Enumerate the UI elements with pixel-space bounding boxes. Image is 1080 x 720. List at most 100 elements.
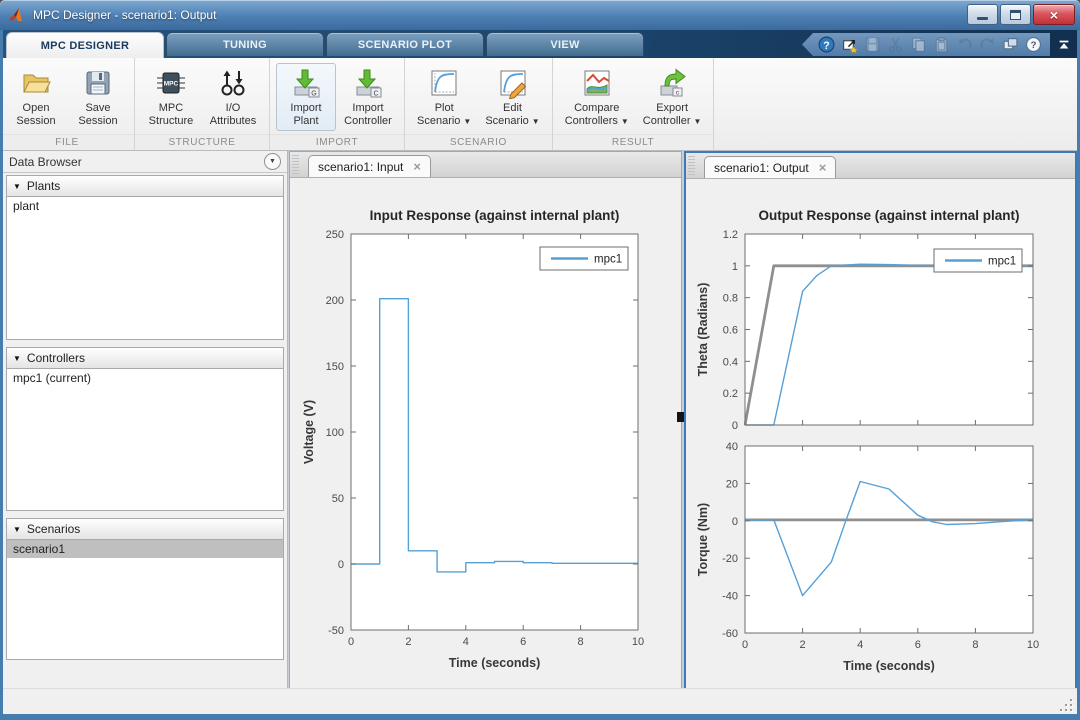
button-label: Edit Scenario ▼ bbox=[485, 102, 540, 127]
collapse-ribbon-button[interactable] bbox=[1054, 35, 1074, 55]
data-browser-menu-button[interactable]: ▼ bbox=[264, 153, 281, 170]
svg-text:4: 4 bbox=[857, 639, 863, 651]
compare-controllers-button[interactable]: Compare Controllers ▼ bbox=[559, 63, 635, 131]
tab-scenario1-output[interactable]: scenario1: Output × bbox=[704, 156, 837, 178]
input-tab-bar: scenario1: Input × bbox=[290, 152, 681, 178]
minimize-icon bbox=[977, 16, 988, 20]
io-attributes-icon bbox=[217, 67, 249, 99]
main-area: Data Browser ▼ ▼ Plants plant ▼ Controllers m… bbox=[3, 151, 1077, 693]
tab-scenario1-input[interactable]: scenario1: Input × bbox=[308, 155, 431, 177]
mpc-structure-icon: MPC bbox=[155, 67, 187, 99]
svg-text:MPC: MPC bbox=[164, 81, 179, 88]
ribbon-group-structure: MPC MPC Structure I/O Attributes STRUCTURE bbox=[135, 58, 270, 150]
svg-text:?: ? bbox=[823, 40, 829, 52]
section-label: Scenarios bbox=[26, 522, 81, 536]
help-badge-icon[interactable]: ? bbox=[818, 36, 835, 53]
i-o-attributes-button[interactable]: I/O Attributes bbox=[203, 63, 263, 131]
ribbon-tab-mpc-designer[interactable]: MPC DESIGNER bbox=[6, 32, 164, 58]
list-item-mpc1-current[interactable]: mpc1 (current) bbox=[7, 369, 283, 387]
ribbon-group-buttons: G Import Plant C Import Controller bbox=[270, 58, 404, 134]
plot-scenario-button[interactable]: Plot Scenario ▼ bbox=[411, 63, 477, 131]
resize-grip-icon[interactable] bbox=[1060, 699, 1072, 711]
list-item-plant[interactable]: plant bbox=[7, 197, 283, 215]
ribbon-tab-view[interactable]: VIEW bbox=[486, 32, 644, 56]
input-document-panel: scenario1: Input × 0 2 4 6 8 10 -50 0 50 100 150 20… bbox=[289, 151, 682, 693]
ribbon-group-result: Compare Controllers ▼ c Export Controller ▼ RES… bbox=[552, 58, 715, 150]
ribbon-group-label: STRUCTURE bbox=[135, 134, 269, 150]
svg-text:100: 100 bbox=[326, 427, 344, 439]
chevron-down-icon: ▼ bbox=[531, 117, 540, 126]
ribbon-group-scenario: Plot Scenario ▼ Edit Scenario ▼ SCENARIO bbox=[405, 58, 553, 150]
undo-icon bbox=[956, 36, 973, 53]
svg-text:0.2: 0.2 bbox=[723, 388, 738, 400]
collapse-ribbon-icon bbox=[1059, 40, 1069, 49]
ribbon-tab-tuning[interactable]: TUNING bbox=[166, 32, 324, 56]
import-plant-button[interactable]: G Import Plant bbox=[276, 63, 336, 131]
ribbon-tab-scenario-plot[interactable]: SCENARIO PLOT bbox=[326, 32, 484, 56]
edit-scenario-button[interactable]: Edit Scenario ▼ bbox=[479, 63, 545, 131]
svg-text:6: 6 bbox=[915, 639, 921, 651]
collapse-triangle-icon: ▼ bbox=[13, 524, 21, 534]
window-border bbox=[0, 714, 1080, 720]
section-label: Plants bbox=[26, 179, 61, 193]
export-controller-button[interactable]: c Export Controller ▼ bbox=[637, 63, 708, 131]
svg-text:Voltage (V): Voltage (V) bbox=[302, 400, 316, 464]
button-label: MPC Structure bbox=[148, 102, 194, 127]
drag-grip-icon[interactable] bbox=[292, 155, 299, 174]
svg-text:0: 0 bbox=[348, 636, 354, 648]
close-button[interactable]: × bbox=[1033, 4, 1075, 25]
list-item-scenario1[interactable]: scenario1 bbox=[7, 540, 283, 558]
import-controller-button[interactable]: C Import Controller bbox=[338, 63, 398, 131]
ribbon-group-buttons: Open Session Save Session bbox=[0, 58, 134, 134]
svg-text:0.8: 0.8 bbox=[723, 293, 738, 305]
section-header-controllers[interactable]: ▼ Controllers bbox=[6, 347, 284, 369]
panel-splitter-handle[interactable] bbox=[677, 412, 684, 422]
svg-text:G: G bbox=[311, 91, 316, 98]
output-tab-close-icon[interactable]: × bbox=[819, 161, 827, 174]
svg-text:mpc1: mpc1 bbox=[988, 256, 1016, 268]
svg-text:8: 8 bbox=[578, 636, 584, 648]
button-label: Plot Scenario ▼ bbox=[417, 102, 472, 127]
data-browser-header: Data Browser ▼ bbox=[3, 151, 287, 173]
mpc-structure-button[interactable]: MPC MPC Structure bbox=[141, 63, 201, 131]
windows-icon[interactable] bbox=[1002, 36, 1019, 53]
paste-icon bbox=[933, 36, 950, 53]
input-tab-close-icon[interactable]: × bbox=[413, 160, 421, 173]
svg-text:0: 0 bbox=[742, 639, 748, 651]
open-session-button[interactable]: Open Session bbox=[6, 63, 66, 131]
svg-text:40: 40 bbox=[726, 441, 738, 453]
ribbon-group-label: SCENARIO bbox=[405, 134, 552, 150]
import-plant-icon: G bbox=[290, 67, 322, 99]
input-tab-label: scenario1: Input bbox=[318, 159, 404, 174]
section-header-plants[interactable]: ▼ Plants bbox=[6, 175, 284, 197]
svg-text:Time (seconds): Time (seconds) bbox=[843, 659, 934, 673]
collapse-triangle-icon: ▼ bbox=[13, 353, 21, 363]
ribbon-group-buttons: MPC MPC Structure I/O Attributes bbox=[135, 58, 269, 134]
open-figure-icon[interactable] bbox=[841, 36, 858, 53]
app-window: MPC Designer - scenario1: Output × MPC D… bbox=[0, 0, 1080, 720]
svg-text:10: 10 bbox=[632, 636, 644, 648]
svg-text:Torque (Nm): Torque (Nm) bbox=[696, 503, 710, 576]
svg-text:0: 0 bbox=[732, 420, 738, 432]
section-scenarios: ▼ Scenarios scenario1 bbox=[6, 518, 284, 660]
ribbon-group-import: G Import Plant C Import Controller IMPORT bbox=[270, 58, 405, 150]
section-header-scenarios[interactable]: ▼ Scenarios bbox=[6, 518, 284, 540]
ribbon-group-label: IMPORT bbox=[270, 134, 404, 150]
close-icon: × bbox=[1049, 6, 1059, 23]
output-tab-label: scenario1: Output bbox=[714, 160, 809, 175]
matlab-logo-icon bbox=[9, 8, 22, 21]
restore-icon bbox=[1010, 9, 1021, 20]
window-title: MPC Designer - scenario1: Output bbox=[33, 8, 217, 22]
help-icon[interactable]: ? bbox=[1025, 36, 1042, 53]
section-list-controllers: mpc1 (current) bbox=[6, 369, 284, 511]
svg-text:10: 10 bbox=[1027, 639, 1039, 651]
svg-text:250: 250 bbox=[326, 229, 344, 241]
restore-button[interactable] bbox=[1000, 4, 1031, 25]
ribbon-toolbar: Open Session Save Session FILE MPC MPC Structur… bbox=[0, 58, 1080, 151]
save-session-button[interactable]: Save Session bbox=[68, 63, 128, 131]
drag-grip-icon[interactable] bbox=[688, 156, 695, 175]
ribbon-group-buttons: Compare Controllers ▼ c Export Controller ▼ bbox=[553, 58, 714, 134]
minimize-button[interactable] bbox=[967, 4, 998, 25]
plot-scenario-icon bbox=[428, 67, 460, 99]
cut-icon bbox=[887, 36, 904, 53]
